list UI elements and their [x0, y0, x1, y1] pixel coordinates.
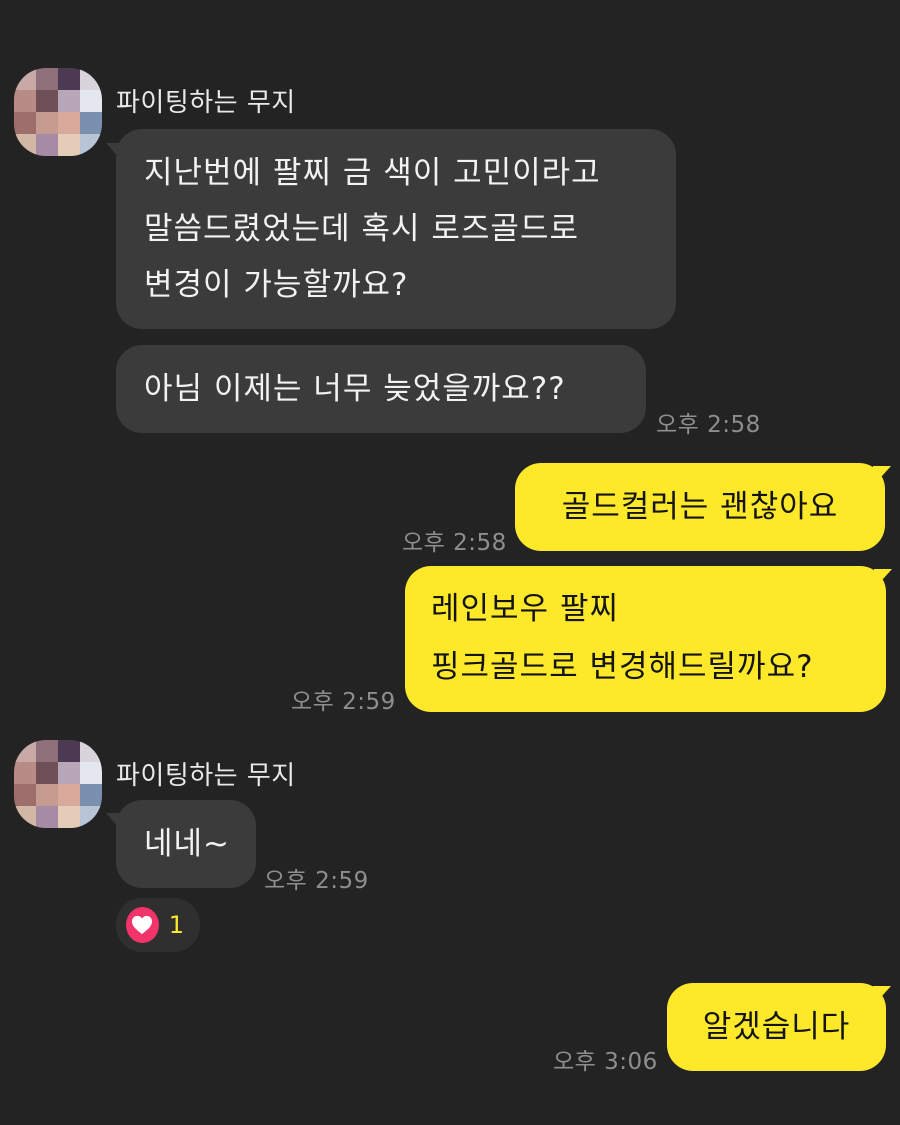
- message-timestamp: 오후 3:06: [553, 1049, 658, 1075]
- message-timestamp: 오후 2:58: [656, 412, 761, 438]
- incoming-message-bubble[interactable]: 아님 이제는 너무 늦었을까요??: [116, 345, 646, 433]
- incoming-message-bubble[interactable]: 지난번에 팔찌 금 색이 고민이라고 말씀드렸었는데 혹시 로즈골드로 변경이 …: [116, 129, 676, 329]
- reaction-count: 1: [168, 911, 184, 939]
- outgoing-message-bubble[interactable]: 알겠습니다: [667, 983, 886, 1071]
- avatar[interactable]: [14, 740, 102, 828]
- reaction-badge[interactable]: 1: [116, 898, 200, 952]
- message-timestamp: 오후 2:58: [402, 530, 507, 556]
- sender-name: 파이팅하는 무지: [116, 761, 296, 791]
- heart-icon: [126, 907, 159, 943]
- incoming-message-bubble[interactable]: 네네~: [116, 800, 256, 888]
- outgoing-message-bubble[interactable]: 레인보우 팔찌 핑크골드로 변경해드릴까요?: [405, 566, 886, 712]
- bubble-tail: [873, 466, 891, 486]
- avatar[interactable]: [14, 68, 102, 156]
- bubble-tail: [873, 986, 891, 1006]
- message-timestamp: 오후 2:59: [291, 689, 396, 715]
- sender-name: 파이팅하는 무지: [116, 88, 296, 118]
- outgoing-message-bubble[interactable]: 골드컬러는 괜찮아요: [515, 463, 885, 551]
- message-timestamp: 오후 2:59: [264, 868, 369, 894]
- bubble-tail: [874, 569, 892, 589]
